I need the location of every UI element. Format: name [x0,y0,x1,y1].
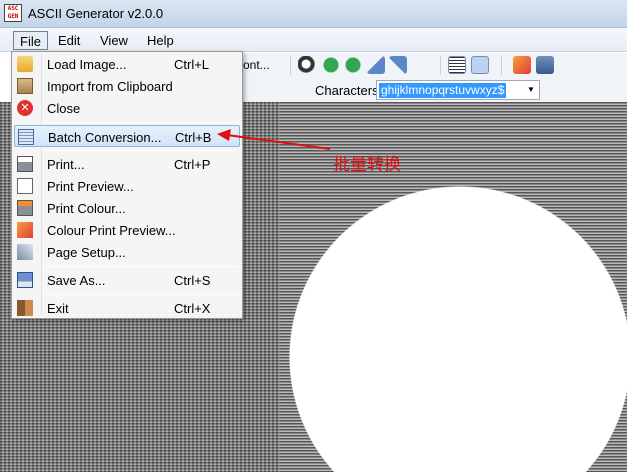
menu-item-shortcut: Ctrl+B [175,130,212,145]
menu-item-label: Exit [47,301,69,316]
flip-vertical-icon[interactable] [367,56,385,74]
menu-file[interactable]: File [13,31,48,50]
exit-icon [17,300,33,316]
page-setup-icon [17,244,33,260]
menu-item-batch-conversion[interactable]: Batch Conversion... Ctrl+B [14,125,240,147]
title-bar: ASC GEN ASCII Generator v2.0.0 [0,0,627,28]
menu-item-label: Print Colour... [47,201,126,216]
menu-item-shortcut: Ctrl+P [174,157,211,172]
menu-item-page-setup[interactable]: Page Setup... [14,241,240,263]
menu-item-close[interactable]: ✕ Close [14,97,240,119]
menu-item-label: Page Setup... [47,245,126,260]
menu-item-label: Print... [47,157,85,172]
menu-item-import-clipboard[interactable]: Import from Clipboard [14,75,240,97]
toolbar-separator [290,56,291,75]
annotation-text: 批量转换 [333,155,401,175]
app-icon: ASC GEN [4,4,22,22]
window-title: ASCII Generator v2.0.0 [28,6,164,21]
menu-item-label: Batch Conversion... [48,130,162,145]
menu-item-shortcut: Ctrl+X [174,301,211,316]
menu-help[interactable]: Help [141,31,180,50]
image-view-icon[interactable] [471,56,489,74]
menu-view[interactable]: View [94,31,134,50]
rotate-left-icon[interactable] [322,56,340,74]
colour-icon[interactable] [513,56,531,74]
menu-separator [44,266,238,267]
menu-item-label: Import from Clipboard [47,79,173,94]
batch-icon [18,129,34,145]
rotate-right-icon[interactable] [344,56,362,74]
menu-separator [44,150,238,151]
file-menu-dropdown: Load Image... Ctrl+L Import from Clipboa… [11,51,243,319]
flip-horizontal-icon[interactable] [389,56,407,74]
toolbar: ont... [243,53,627,78]
menu-item-shortcut: Ctrl+L [174,57,210,72]
menu-item-label: Save As... [47,273,106,288]
save-icon [17,272,33,288]
menu-item-load-image[interactable]: Load Image... Ctrl+L [14,53,240,75]
annotation-arrow-icon [217,129,331,150]
monitor-icon[interactable] [536,56,554,74]
toolbar-separator [440,56,441,75]
menu-item-print-colour[interactable]: Print Colour... [14,197,240,219]
colour-preview-icon [17,222,33,238]
menu-item-save-as[interactable]: Save As... Ctrl+S [14,269,240,291]
menu-separator [44,122,238,123]
print-preview-icon [17,178,33,194]
chevron-down-icon[interactable]: ▼ [523,81,539,99]
characters-bar: Characters: ghijklmnopqrstuvwxyz$ ▼ [243,78,627,102]
characters-value: ghijklmnopqrstuvwxyz$ [379,83,507,98]
text-view-icon[interactable] [448,56,466,74]
close-icon: ✕ [17,100,33,116]
menu-item-label: Print Preview... [47,179,134,194]
menu-item-colour-print-preview[interactable]: Colour Print Preview... [14,219,240,241]
clipboard-icon [17,78,33,94]
print-colour-icon [17,200,33,216]
folder-open-icon [17,56,33,72]
menu-item-exit[interactable]: Exit Ctrl+X [14,297,240,319]
characters-combobox[interactable]: ghijklmnopqrstuvwxyz$ ▼ [376,80,540,100]
menu-item-print[interactable]: Print... Ctrl+P [14,153,240,175]
characters-label: Characters: [315,83,383,98]
menu-item-label: Load Image... [47,57,127,72]
menu-edit[interactable]: Edit [52,31,86,50]
font-button[interactable]: ont... [243,58,270,72]
menu-item-shortcut: Ctrl+S [174,273,211,288]
printer-icon [17,156,33,172]
menu-bar: File Edit View Help [0,28,627,52]
menu-item-label: Close [47,101,81,116]
toolbar-separator [501,56,502,75]
menu-separator [44,294,238,295]
menu-item-print-preview[interactable]: Print Preview... [14,175,240,197]
menu-item-label: Colour Print Preview... [47,223,176,238]
contrast-icon[interactable] [298,56,316,74]
